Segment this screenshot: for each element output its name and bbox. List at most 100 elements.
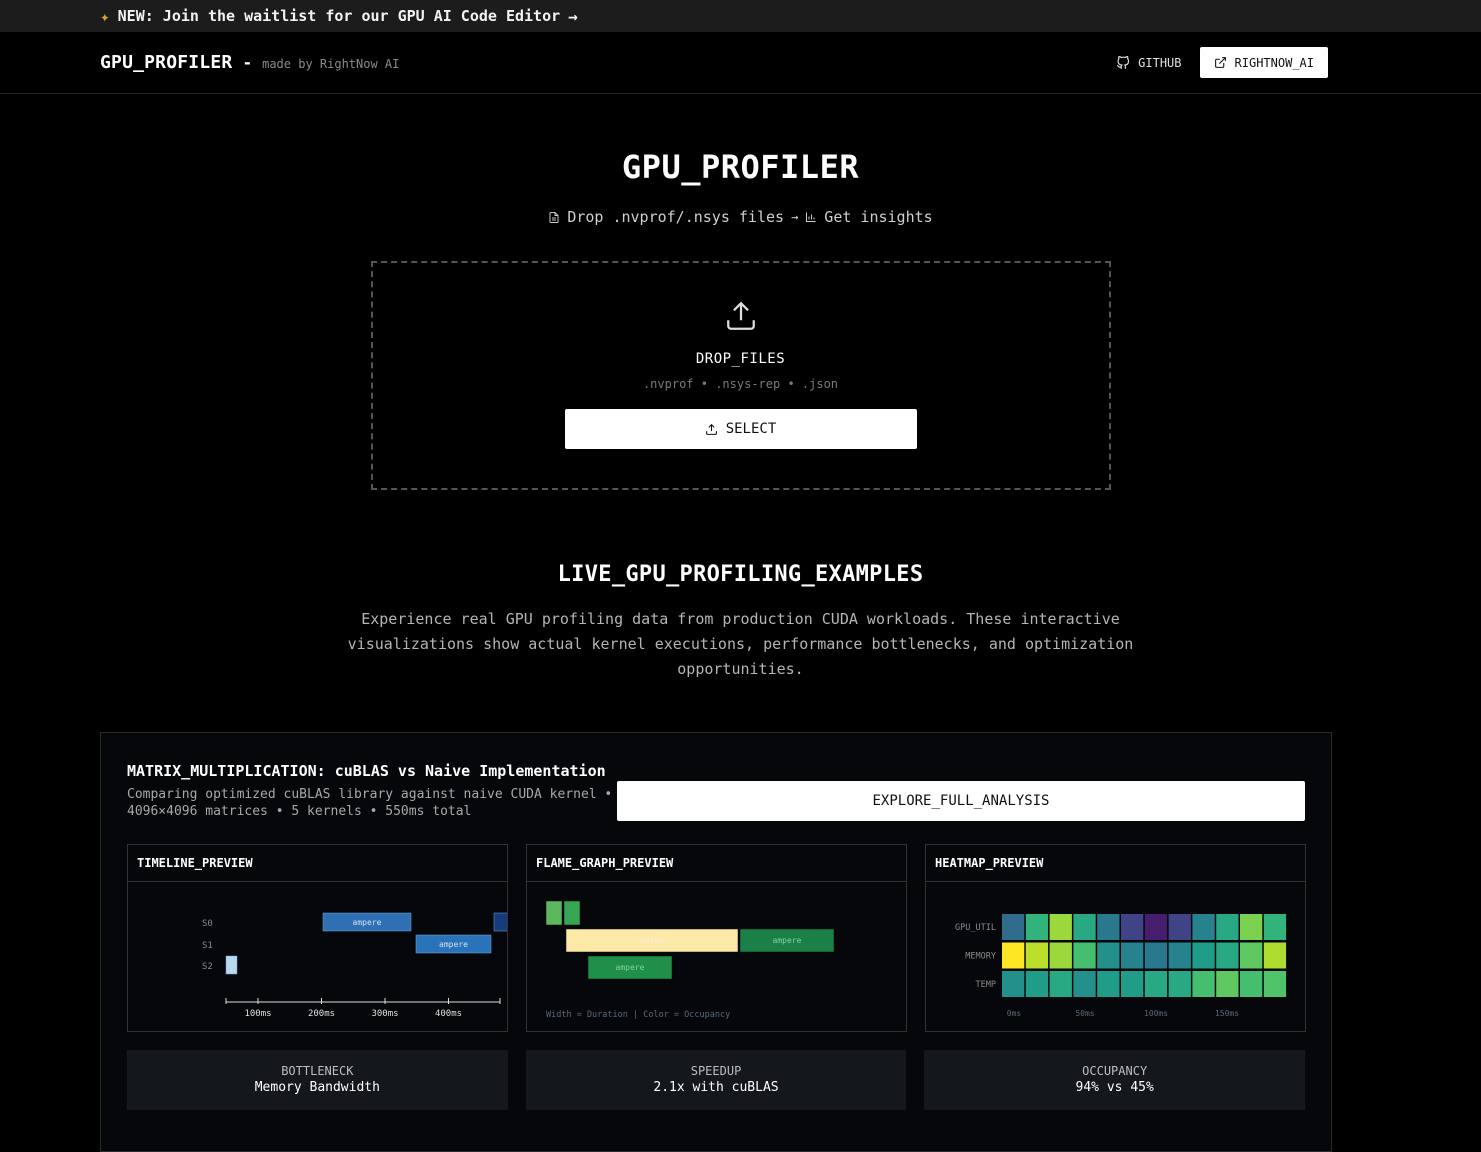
stream-label: S2 [202, 962, 213, 972]
rightnow-ai-button[interactable]: RIGHTNOW_AI [1199, 47, 1328, 78]
heatmap-cell [1144, 971, 1168, 997]
made-by-text: made by RightNow AI [262, 57, 400, 71]
example-card-matrix-multiplication[interactable]: MATRIX_MULTIPLICATION: cuBLAS vs Naive I… [100, 732, 1332, 1152]
heatmap-cell [1097, 914, 1120, 940]
heatmap-cell [1168, 942, 1191, 969]
hero-arrow: → [791, 210, 799, 224]
flame-frame [545, 900, 563, 926]
heatmap-cell [1216, 971, 1239, 997]
card-title: MATRIX_MULTIPLICATION: cuBLAS vs Naive I… [127, 762, 606, 780]
heatmap-cell [1073, 971, 1096, 997]
logo-text: GPU_PROFILER [100, 52, 233, 73]
stream-label: S0 [202, 919, 213, 929]
tick-label: 100ms [244, 1009, 271, 1019]
github-label: GITHUB [1138, 55, 1182, 70]
heatmap-preview-title: HEATMAP_PREVIEW [926, 845, 1305, 882]
stat-occupancy: OCCUPANCY 94% vs 45% [924, 1050, 1306, 1110]
file-icon [549, 211, 559, 223]
select-label: SELECT [725, 421, 777, 437]
top-nav: GPU_PROFILER - made by RightNow AI GITHU… [0, 32, 1481, 94]
heatmap-cell [1073, 914, 1096, 940]
heatmap-cell [1168, 914, 1191, 940]
heatmap-cell [1216, 942, 1239, 969]
card-description: Comparing optimized cuBLAS library again… [127, 787, 613, 819]
heatmap-cell [1121, 971, 1144, 997]
heatmap-cell [1216, 914, 1239, 940]
heatmap-cell [1144, 942, 1168, 969]
heatmap-cell [1049, 942, 1072, 969]
timeline-preview[interactable]: TIMELINE_PREVIEW S0 S1 S2 ampere ampere 100ms… [127, 844, 508, 1032]
heatmap-cell [1002, 942, 1025, 969]
heatmap-tick-label: 100ms [1144, 1009, 1168, 1018]
heatmap-cell [1073, 942, 1096, 969]
stat-label: SPEEDUP [690, 1064, 742, 1078]
stat-label: OCCUPANCY [1082, 1064, 1148, 1078]
stat-value: 94% vs 45% [1075, 1080, 1154, 1095]
heatmap-cell [1097, 971, 1120, 997]
tick-label: 200ms [308, 1009, 335, 1019]
heatmap-cell [1097, 942, 1120, 969]
sparkle-icon: ✦ [100, 6, 110, 26]
announcement-banner[interactable]: ✦ NEW: Join the waitlist for our GPU AI … [0, 0, 1481, 32]
hero: GPU_PROFILER Drop .nvprof/.nsys files → … [0, 148, 1481, 490]
select-files-button[interactable]: SELECT [564, 409, 917, 449]
github-icon [1117, 55, 1130, 69]
github-link[interactable]: GITHUB [1116, 55, 1182, 70]
brand-dash: - [242, 53, 253, 72]
file-dropzone[interactable]: DROP_FILES .nvprof • .nsys-rep • .json S… [370, 261, 1111, 490]
heatmap-cell [1240, 971, 1263, 997]
kernel-label: ampere [353, 918, 382, 927]
heatmap-tick-label: 150ms [1215, 1009, 1239, 1018]
hero-subtitle: Drop .nvprof/.nsys files → Get insights [0, 208, 1481, 226]
tick-label: 300ms [371, 1009, 398, 1019]
heatmap-cell [1049, 914, 1072, 940]
flame-graph-preview[interactable]: FLAME_GRAPH_PREVIEW naive ampere ampere Wid… [526, 844, 907, 1032]
heatmap-cell [1168, 971, 1191, 997]
examples-description: Experience real GPU profiling data from … [347, 610, 1134, 678]
upload-small-icon [705, 423, 717, 435]
heatmap-preview[interactable]: HEATMAP_PREVIEW GPU_UTIL MEMORY TEMP 0ms 50m… [925, 844, 1306, 1032]
timeline-chart: S0 S1 S2 ampere ampere 100ms 200ms 300ms 400ms [202, 912, 507, 1019]
heatmap-cell [1240, 914, 1263, 940]
heatmap-row-label: GPU_UTIL [955, 923, 996, 933]
stat-value: Memory Bandwidth [254, 1080, 380, 1095]
heatmap-cell [1025, 914, 1049, 940]
bar-chart-icon [806, 212, 816, 222]
examples-title: LIVE_GPU_PROFILING_EXAMPLES [557, 562, 924, 587]
heatmap-chart: GPU_UTIL MEMORY TEMP 0ms 50ms 100ms 150ms [955, 914, 1287, 1018]
kernel-bar [493, 912, 507, 932]
stat-bottleneck: BOTTLENECK Memory Bandwidth [127, 1050, 508, 1110]
heatmap-cell [1144, 914, 1168, 940]
heatmap-cell [1121, 914, 1144, 940]
brand[interactable]: GPU_PROFILER - made by RightNow AI [100, 52, 399, 73]
timeline-preview-title: TIMELINE_PREVIEW [128, 845, 507, 882]
heatmap-cell [1240, 942, 1263, 969]
page-title: GPU_PROFILER [621, 148, 860, 186]
rightnow-ai-label: RIGHTNOW_AI [1234, 55, 1314, 70]
frame-label: naive [640, 936, 664, 945]
hero-sub-left: Drop .nvprof/.nsys files [567, 208, 785, 226]
dropzone-title: DROP_FILES [695, 351, 786, 367]
hero-sub-right: Get insights [824, 208, 933, 226]
flame-frame [563, 900, 581, 926]
explore-full-analysis-button[interactable]: EXPLORE_FULL_ANALYSIS [617, 781, 1305, 821]
kernel-label: ampere [439, 940, 468, 949]
heatmap-cell [1192, 914, 1215, 940]
heatmap-tick-label: 50ms [1075, 1009, 1094, 1018]
heatmap-cell [1121, 942, 1144, 969]
stat-speedup: SPEEDUP 2.1x with cuBLAS [525, 1050, 907, 1110]
heatmap-cell [1002, 914, 1025, 940]
examples-section: LIVE_GPU_PROFILING_EXAMPLES Experience r… [0, 562, 1481, 682]
flame-graph-preview-title: FLAME_GRAPH_PREVIEW [527, 845, 906, 882]
flame-graph-chart: naive ampere ampere Width = Duration | Colo… [545, 900, 835, 1020]
heatmap-cell [1263, 914, 1287, 940]
banner-text: NEW: Join the waitlist for our GPU AI Co… [117, 7, 561, 25]
heatmap-cell [1192, 971, 1215, 997]
stat-label: BOTTLENECK [281, 1064, 354, 1078]
heatmap-cell [1263, 971, 1287, 997]
tick-label: 400ms [435, 1009, 462, 1019]
frame-label: ampere [616, 963, 645, 972]
heatmap-cell [1049, 971, 1072, 997]
heatmap-cell [1025, 942, 1049, 969]
arrow-right-icon: → [568, 6, 578, 26]
